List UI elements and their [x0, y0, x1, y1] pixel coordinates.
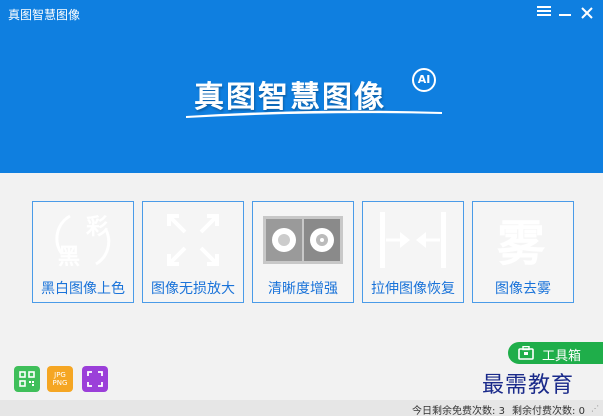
tool-stretch-restore-label: 拉伸图像恢复	[371, 281, 455, 297]
paid-count-value: 0	[578, 406, 585, 416]
format-convert-icon-jpg: JPG	[54, 371, 66, 379]
free-count-value: 3	[498, 406, 505, 416]
paid-count-status: 剩余付费次数: 0	[512, 402, 585, 416]
stretch-restore-icon	[363, 208, 463, 272]
tool-colorize-label: 黑白图像上色	[41, 281, 125, 297]
sharpen-roses-icon	[253, 208, 353, 272]
menu-button[interactable]	[537, 4, 551, 22]
logo-ai-badge: AI	[412, 68, 436, 92]
resize-grip-icon[interactable]: ⋰	[591, 404, 599, 413]
watermark-text: 最需教育	[482, 373, 575, 398]
format-convert-button[interactable]: JPG PNG	[47, 366, 73, 392]
free-count-status: 今日剩余免费次数: 3	[412, 402, 505, 416]
tool-sharpen[interactable]: 清晰度增强	[252, 201, 354, 303]
tool-enlarge[interactable]: 图像无损放大	[142, 201, 244, 303]
toolbox-label: 工具箱	[542, 349, 582, 364]
window-title: 真图智慧图像	[8, 8, 81, 22]
tool-dehaze-label: 图像去雾	[495, 281, 551, 297]
dehaze-icon: 雾	[473, 208, 573, 272]
header-banner: 真图智慧图像 真图智慧图像 AI	[0, 0, 603, 173]
svg-text:雾: 雾	[497, 216, 546, 270]
svg-text:彩: 彩	[85, 215, 108, 240]
tool-enlarge-label: 图像无损放大	[151, 281, 235, 297]
toolbox-icon	[518, 346, 534, 360]
status-bar: 今日剩余免费次数: 3 剩余付费次数: 0 ⋰	[0, 400, 603, 416]
tool-sharpen-label: 清晰度增强	[268, 281, 338, 297]
qr-code-icon	[19, 371, 35, 387]
tool-colorize[interactable]: 黑 彩 黑白图像上色	[32, 201, 134, 303]
tool-grid: 黑 彩 黑白图像上色 图像无损放大 清晰度增强 拉伸图像恢复 雾 图像去雾	[32, 201, 574, 303]
hamburger-icon	[537, 4, 551, 18]
enlarge-arrows-icon	[143, 208, 243, 272]
crop-button[interactable]	[82, 366, 108, 392]
free-count-label: 今日剩余免费次数:	[412, 406, 496, 416]
colorize-icon: 黑 彩	[33, 208, 133, 272]
toolbox-button[interactable]: 工具箱	[508, 342, 603, 364]
close-button[interactable]	[581, 4, 593, 23]
logo-swoosh-icon	[186, 110, 442, 118]
minimize-button[interactable]	[559, 4, 571, 20]
minimize-icon	[559, 14, 571, 16]
tool-stretch-restore[interactable]: 拉伸图像恢复	[362, 201, 464, 303]
qr-code-button[interactable]	[14, 366, 40, 392]
close-icon	[581, 7, 593, 19]
paid-count-label: 剩余付费次数:	[512, 406, 576, 416]
svg-text:黑: 黑	[58, 245, 80, 270]
tool-dehaze[interactable]: 雾 图像去雾	[472, 201, 574, 303]
app-logo: 真图智慧图像 AI	[186, 64, 446, 124]
crop-icon	[87, 371, 103, 387]
format-convert-icon-png: PNG	[52, 379, 68, 387]
